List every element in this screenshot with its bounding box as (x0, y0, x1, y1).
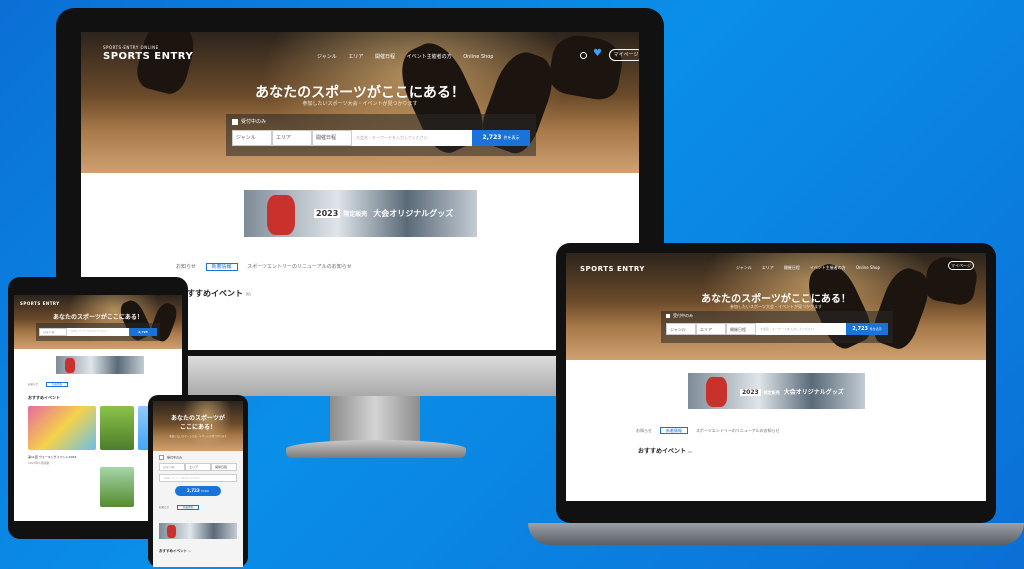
open-only-checkbox[interactable]: 受付中のみ (232, 118, 266, 125)
section-title: おすすめイベント PR (638, 448, 693, 455)
nav-organizer[interactable]: イベント主催者の方 (407, 54, 452, 60)
phone-screen: あなたのスポーツが ここにある！ 参加したいスポーツ大会・イベントが見つかります… (153, 401, 243, 567)
laptop-base (528, 523, 1024, 545)
heart-icon[interactable]: ♥ (593, 48, 602, 59)
search-box: 受付中のみ ジャンル エリア 開催日程 大会名・キーワードを入力してください 2… (661, 311, 893, 343)
area-select[interactable]: エリア (272, 130, 312, 146)
date-select[interactable]: 開催日程 (312, 130, 352, 146)
tabs: お知らせ 新着情報 スポーツエントリーのリニューアルのお知らせ (176, 263, 360, 271)
banner[interactable]: 2023 限定販売 大会オリジナルグッズ (244, 190, 477, 237)
banner[interactable]: 2023 限定販売 大会オリジナルグッズ (688, 373, 865, 409)
nav-shop[interactable]: Online Shop (463, 54, 493, 60)
main-nav: ジャンル エリア 開催日程 イベント主催者の方 Online Shop (317, 53, 503, 60)
search-box: 受付中のみ ジャンル エリア 開催日程 大会名・キーワードを入力してください 2… (226, 114, 536, 156)
nav-genre[interactable]: ジャンル (317, 54, 337, 60)
logo-small: SPORTS·ENTRY ONLINE (103, 45, 159, 50)
search-button[interactable]: 2,723 件を表示 (846, 323, 888, 335)
hero-subtitle: 参加したいスポーツ大会・イベントが見つかります (302, 101, 418, 107)
event-card-title[interactable]: 第11回 ウォーキングイベント2023 (28, 455, 76, 459)
hero-title: あなたのスポーツがここにある！ (701, 294, 851, 305)
laptop-screen: SPORTS ENTRY ジャンル エリア 開催日程 イベント主催者の方 Online … (566, 253, 986, 501)
event-card-date: 2023年3月開催 (28, 461, 50, 465)
keyword-input[interactable]: 大会名・キーワードを入力してください (352, 130, 472, 146)
tab-notice[interactable]: スポーツエントリーのリニューアルのお知らせ (247, 264, 352, 270)
hero: SPORTS·ENTRY ONLINE SPORTS ENTRY ジャンル エリ… (81, 32, 639, 173)
tab-new[interactable]: 新着情報 (205, 263, 238, 271)
nav-date[interactable]: 開催日程 (375, 54, 395, 60)
monitor-base (286, 440, 466, 458)
phone: あなたのスポーツが ここにある！ 参加したいスポーツ大会・イベントが見つかります… (148, 395, 248, 567)
monitor-neck (330, 396, 420, 441)
laptop: SPORTS ENTRY ジャンル エリア 開催日程 イベント主催者の方 Online … (556, 243, 996, 523)
search-button[interactable]: 2,723 件を表示 (175, 486, 221, 496)
logo[interactable]: SPORTS ENTRY (103, 51, 193, 62)
hero-title: あなたのスポーツがここにある！ (255, 85, 465, 101)
hero-subtitle: 参加したいスポーツ大会・イベントが見つかります (730, 304, 822, 309)
tab-news[interactable]: お知らせ (176, 264, 196, 270)
genre-select[interactable]: ジャンル (232, 130, 272, 146)
mypage-button[interactable]: マイページ (609, 49, 639, 61)
search-button[interactable]: 2,723 件を表示 (472, 130, 530, 146)
event-card-image[interactable] (28, 406, 96, 450)
logo[interactable]: SPORTS ENTRY (580, 265, 645, 273)
section-title: おすすめイベント PR (179, 289, 251, 298)
main-nav: ジャンル エリア 開催日程 イベント主催者の方 Online Shop (736, 265, 881, 270)
mypage-button[interactable]: マイページ (948, 261, 974, 270)
tabs: お知らせ 新着情報 スポーツエントリーのリニューアルのお知らせ (636, 427, 780, 434)
monitor-chin (183, 356, 568, 396)
nav-area[interactable]: エリア (348, 54, 363, 60)
search-icon[interactable] (580, 52, 587, 59)
